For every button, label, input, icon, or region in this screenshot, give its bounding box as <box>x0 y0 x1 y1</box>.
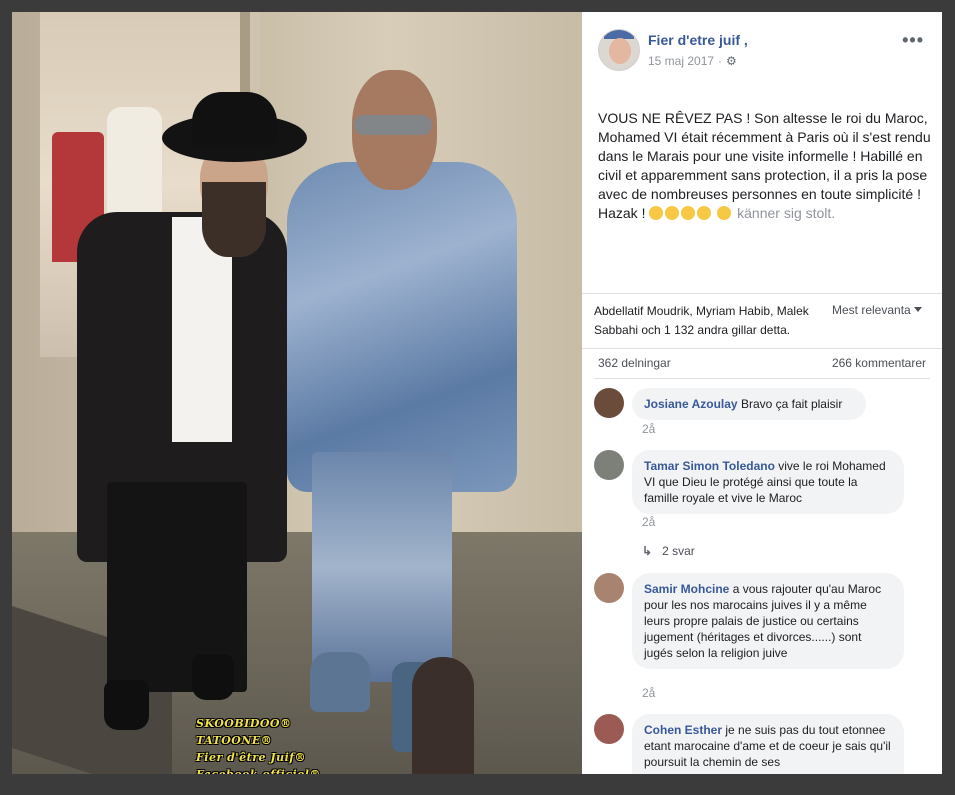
beard <box>202 182 266 257</box>
watermark: SKOOBIDOO® TATOONE® Fier d'être Juif® Fa… <box>196 715 321 774</box>
avatar-face <box>609 38 631 64</box>
comment-bubble: Samir Mohcine a vous rajouter qu'au Maro… <box>632 573 904 669</box>
commenter-name[interactable]: Tamar Simon Toledano <box>644 459 775 473</box>
caret-down-icon <box>913 307 922 312</box>
smile-emoji-icon <box>665 206 680 220</box>
smiley-emoji-icon <box>717 206 732 220</box>
view-replies-link[interactable]: ↳ 2 svar <box>642 544 695 558</box>
man-denim-shirt <box>287 162 517 492</box>
likes-summary[interactable]: Abdellatif Moudrik, Myriam Habib, Malek … <box>594 302 824 340</box>
black-shoe-left <box>104 680 149 730</box>
commenter-avatar[interactable] <box>594 450 624 480</box>
street-bollard <box>412 657 474 774</box>
black-shoe-right <box>192 654 234 700</box>
denim-boot-left <box>310 652 370 712</box>
post-meta: 15 maj 2017 · ⚙ <box>648 54 738 68</box>
commenter-name[interactable]: Josiane Azoulay <box>644 397 738 411</box>
watermark-line: Facebook officiel® <box>196 766 321 774</box>
sort-dropdown[interactable]: Mest relevanta <box>832 303 922 317</box>
reply-arrow-icon: ↳ <box>642 544 653 558</box>
divider <box>582 293 942 294</box>
shares-count[interactable]: 362 delningar <box>598 356 671 370</box>
comment-time[interactable]: 2å <box>642 515 655 529</box>
post-header: Fier d'etre juif , 15 maj 2017 · ⚙ ••• <box>582 12 942 92</box>
comment-bubble: Cohen Esther je ne suis pas du tout eton… <box>632 714 904 774</box>
watermark-line: SKOOBIDOO® <box>196 717 292 730</box>
comment-text: Bravo ça fait plaisir <box>740 397 843 411</box>
commenter-avatar[interactable] <box>594 388 624 418</box>
commenter-name[interactable]: Cohen Esther <box>644 723 722 737</box>
watermark-line: TATOONE® <box>196 734 273 747</box>
meta-separator: · <box>718 54 723 68</box>
feeling-text: känner sig stolt. <box>737 205 836 221</box>
blush-emoji-icon <box>697 206 712 220</box>
comment-bubble: Tamar Simon Toledano vive le roi Mohamed… <box>632 450 904 514</box>
divider <box>594 378 930 379</box>
post-panel: Fier d'etre juif , 15 maj 2017 · ⚙ ••• V… <box>582 12 942 774</box>
post-photo[interactable]: SKOOBIDOO® TATOONE® Fier d'être Juif® Fa… <box>12 12 582 774</box>
replies-label: 2 svar <box>662 544 695 558</box>
emoji-group <box>649 205 737 221</box>
commenter-avatar[interactable] <box>594 573 624 603</box>
sunglasses <box>354 115 432 135</box>
comment-time[interactable]: 2å <box>642 686 655 700</box>
gear-icon[interactable]: ⚙ <box>726 55 738 67</box>
post-text: VOUS NE RÊVEZ PAS ! Son altesse le roi d… <box>598 109 933 223</box>
post-date[interactable]: 15 maj 2017 <box>648 54 714 68</box>
grin-emoji-icon <box>649 206 664 220</box>
commenter-name[interactable]: Samir Mohcine <box>644 582 729 596</box>
author-avatar[interactable] <box>598 29 640 71</box>
comment-bubble: Josiane Azoulay Bravo ça fait plaisir <box>632 388 866 420</box>
denim-jeans <box>312 452 452 682</box>
sort-label: Mest relevanta <box>832 303 911 317</box>
divider <box>582 348 942 349</box>
comment-time[interactable]: 2å <box>642 422 655 436</box>
author-name[interactable]: Fier d'etre juif , <box>648 32 748 48</box>
upside-down-emoji-icon <box>681 206 696 220</box>
comments-count[interactable]: 266 kommentarer <box>832 356 926 370</box>
more-options-icon[interactable]: ••• <box>902 30 924 51</box>
commenter-avatar[interactable] <box>594 714 624 744</box>
watermark-line: Fier d'être Juif® <box>196 751 306 764</box>
black-hat-crown <box>192 92 277 147</box>
